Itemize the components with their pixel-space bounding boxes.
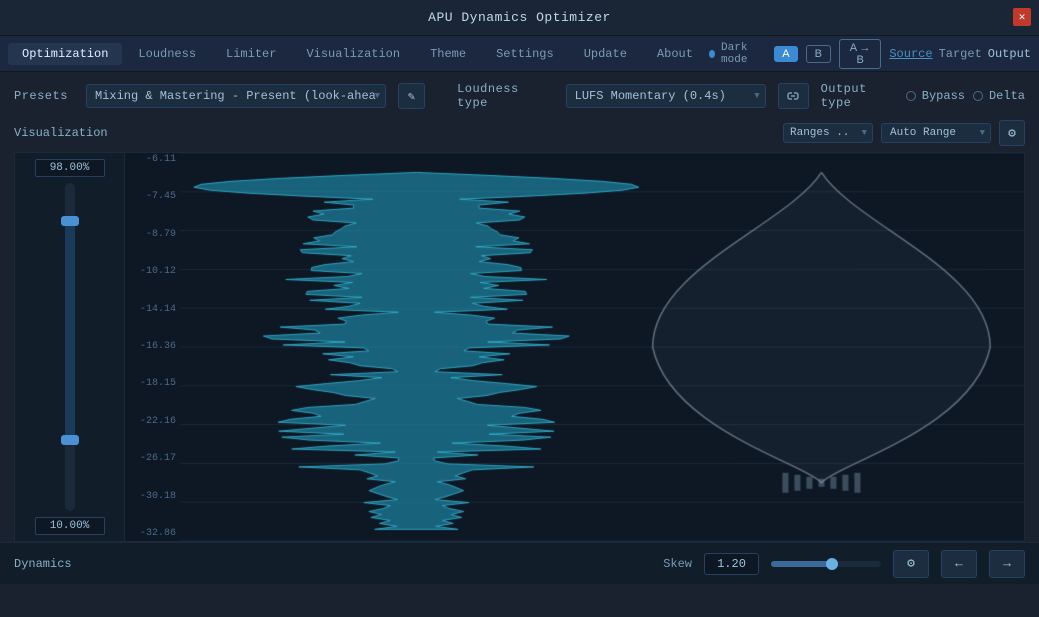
nav-loudness[interactable]: Loudness — [124, 43, 210, 65]
presets-label: Presets — [14, 89, 74, 103]
close-button[interactable]: ✕ — [1013, 8, 1031, 26]
preset-edit-button[interactable]: ✎ — [398, 83, 425, 109]
range-slider[interactable] — [65, 183, 75, 511]
y-label-8: -26.17 — [125, 454, 176, 464]
delta-dot — [973, 91, 983, 101]
ab-b-button[interactable]: B — [806, 45, 831, 63]
y-label-3: -10.12 — [125, 267, 176, 277]
y-label-2: -8.79 — [125, 230, 176, 240]
output-type-label: Output type — [821, 82, 898, 110]
preset-select[interactable]: Mixing & Mastering - Present (look-ahead… — [86, 84, 386, 108]
viz-controls: Ranges .. ▼ Auto Range ▼ ⚙ — [783, 120, 1025, 146]
dark-mode-indicator — [709, 50, 715, 58]
slider-panel: 98.00% 10.00% — [15, 153, 125, 541]
nav-about[interactable]: About — [643, 43, 707, 65]
y-label-4: -14.14 — [125, 305, 176, 315]
ab-ab-button[interactable]: A → B — [839, 39, 881, 69]
y-label-1: -7.45 — [125, 192, 176, 202]
bottom-back-button[interactable]: ← — [941, 550, 977, 578]
dynamics-label: Dynamics — [14, 557, 94, 571]
skew-label: Skew — [663, 557, 692, 571]
nav-update[interactable]: Update — [570, 43, 641, 65]
slider-thumb-top[interactable] — [61, 216, 79, 226]
loudness-link-button[interactable] — [778, 83, 809, 109]
output-link[interactable]: Output — [988, 47, 1031, 61]
ranges-select[interactable]: Ranges .. — [783, 123, 873, 143]
bypass-radio[interactable]: Bypass — [906, 89, 965, 103]
ranges-select-wrapper: Ranges .. ▼ — [783, 123, 873, 143]
nav-limiter[interactable]: Limiter — [212, 43, 290, 65]
nav-optimization[interactable]: Optimization — [8, 43, 122, 65]
dark-mode-toggle[interactable]: Dark mode — [709, 42, 766, 66]
app-title: APU Dynamics Optimizer — [428, 10, 611, 25]
delta-label: Delta — [989, 89, 1025, 103]
viz-gear-button[interactable]: ⚙ — [999, 120, 1025, 146]
loudness-select-wrapper: LUFS Momentary (0.4s) ▼ — [566, 84, 766, 108]
skew-value-display: 1.20 — [704, 553, 759, 575]
slider-thumb-bottom[interactable] — [61, 435, 79, 445]
nav-right-controls: Dark mode A B A → B Source Target Output — [709, 39, 1031, 69]
y-axis: -6.11 -7.45 -8.79 -10.12 -14.14 -16.36 -… — [125, 153, 180, 541]
loudness-type-label: Loudness type — [457, 82, 554, 110]
visualization-canvas — [180, 153, 1024, 541]
source-link[interactable]: Source — [889, 47, 932, 61]
bypass-label: Bypass — [922, 89, 965, 103]
viz-container: 98.00% 10.00% -6.11 -7.45 -8.79 -10.12 -… — [14, 152, 1025, 542]
target-link[interactable]: Target — [939, 47, 982, 61]
y-label-7: -22.16 — [125, 417, 176, 427]
bottom-bar: Dynamics Skew 1.20 ⚙ ← → — [0, 542, 1039, 584]
slider-fill — [65, 216, 75, 446]
skew-slider[interactable] — [771, 561, 881, 567]
chart-inner — [180, 153, 1024, 541]
source-target-output: Source Target Output — [889, 47, 1031, 61]
nav-settings[interactable]: Settings — [482, 43, 568, 65]
dark-mode-label: Dark mode — [721, 42, 766, 66]
y-label-9: -30.18 — [125, 492, 176, 502]
delta-radio[interactable]: Delta — [973, 89, 1025, 103]
top-controls-row: Presets Mixing & Mastering - Present (lo… — [14, 82, 1025, 110]
auto-range-wrapper: Auto Range ▼ — [881, 123, 991, 143]
y-label-6: -18.15 — [125, 379, 176, 389]
y-label-10: -32.86 — [125, 529, 176, 539]
loudness-type-select[interactable]: LUFS Momentary (0.4s) — [566, 84, 766, 108]
auto-range-select[interactable]: Auto Range — [881, 123, 991, 143]
visualization-row: Visualization Ranges .. ▼ Auto Range ▼ ⚙ — [14, 120, 1025, 146]
ab-a-button[interactable]: A — [774, 46, 797, 62]
skew-slider-fill — [771, 561, 832, 567]
preset-select-wrapper: Mixing & Mastering - Present (look-ahead… — [86, 84, 386, 108]
nav-bar: Optimization Loudness Limiter Visualizat… — [0, 36, 1039, 72]
slider-bottom-value: 10.00% — [35, 517, 105, 535]
title-bar: APU Dynamics Optimizer ✕ — [0, 0, 1039, 36]
main-content: Presets Mixing & Mastering - Present (lo… — [0, 72, 1039, 542]
bottom-gear-button[interactable]: ⚙ — [893, 550, 929, 578]
output-type-section: Output type Bypass Delta — [821, 82, 1025, 110]
viz-label: Visualization — [14, 126, 108, 140]
nav-theme[interactable]: Theme — [416, 43, 480, 65]
bypass-dot — [906, 91, 916, 101]
link-icon — [786, 89, 800, 103]
y-label-0: -6.11 — [125, 155, 176, 165]
y-label-5: -16.36 — [125, 342, 176, 352]
chart-area: -6.11 -7.45 -8.79 -10.12 -14.14 -16.36 -… — [125, 153, 1024, 541]
bottom-forward-button[interactable]: → — [989, 550, 1025, 578]
skew-slider-thumb[interactable] — [826, 558, 838, 570]
nav-visualization[interactable]: Visualization — [292, 43, 414, 65]
slider-top-value: 98.00% — [35, 159, 105, 177]
